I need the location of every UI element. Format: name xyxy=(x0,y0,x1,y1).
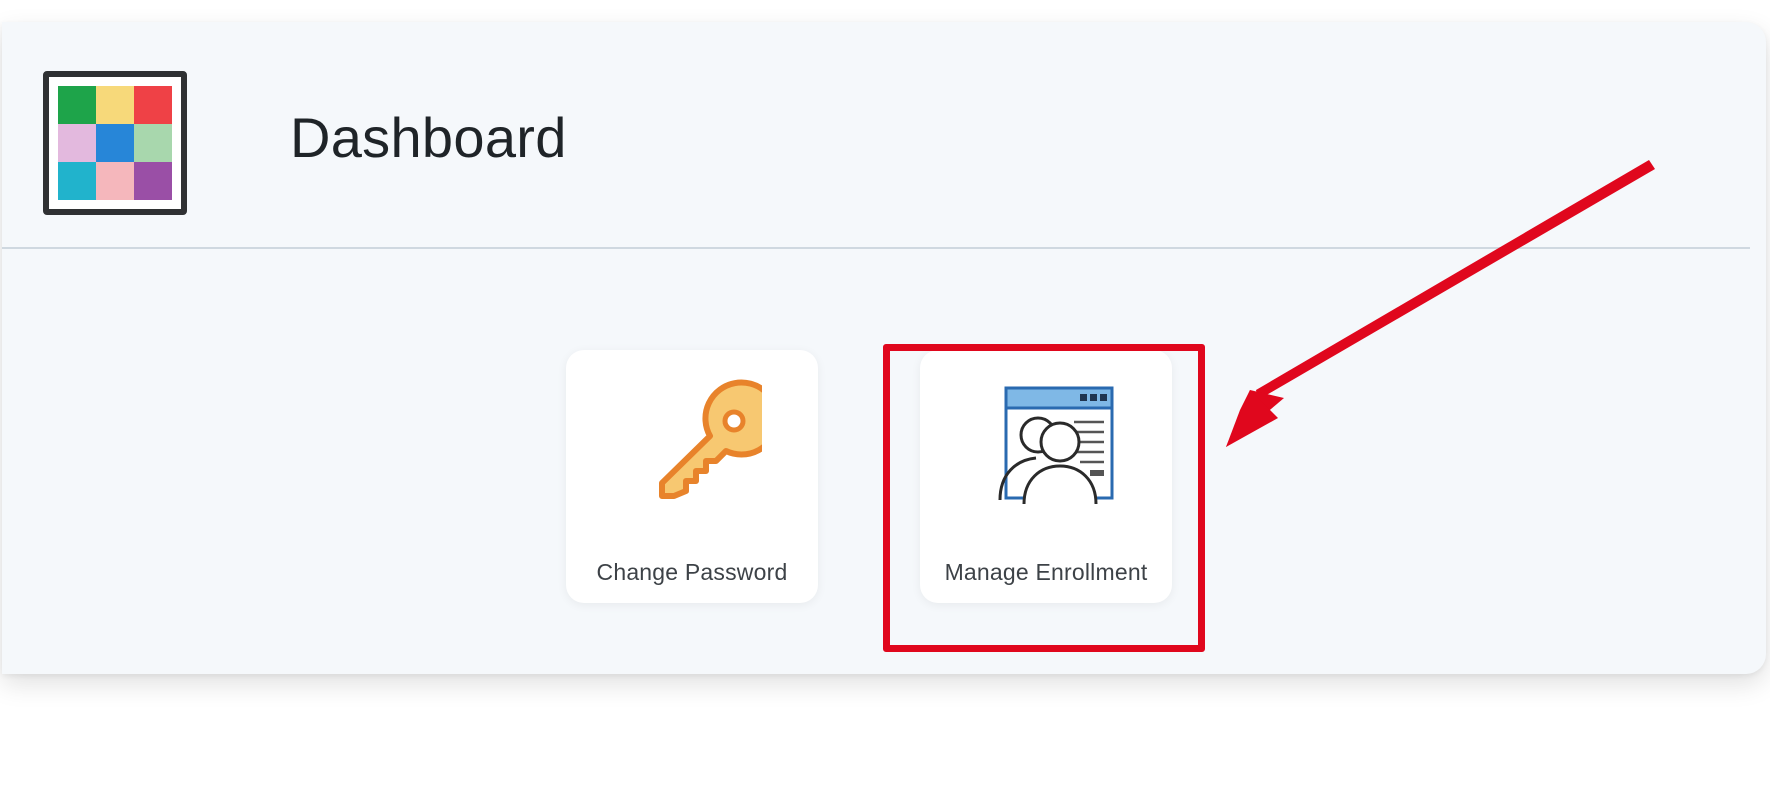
page-title: Dashboard xyxy=(290,106,567,169)
logo-cell xyxy=(58,124,96,162)
enrollment-users-icon xyxy=(998,386,1114,505)
logo-cell xyxy=(134,124,172,162)
dashboard-header: Dashboard xyxy=(2,22,1750,249)
logo-cell xyxy=(96,162,134,200)
logo-cell xyxy=(58,162,96,200)
app-logo[interactable] xyxy=(43,71,187,215)
logo-cell xyxy=(96,124,134,162)
logo-grid xyxy=(58,86,172,200)
manage-enrollment-tile[interactable]: Manage Enrollment xyxy=(920,350,1172,603)
manage-enrollment-label: Manage Enrollment xyxy=(944,559,1148,585)
key-icon xyxy=(659,379,762,499)
logo-cell xyxy=(134,86,172,124)
logo-cell xyxy=(96,86,134,124)
logo-cell xyxy=(58,86,96,124)
change-password-label: Change Password xyxy=(596,559,788,585)
screenshot-stage: Dashboard Change Password Manage Enrollm… xyxy=(0,0,1770,797)
dashboard-panel: Dashboard xyxy=(2,22,1766,674)
change-password-tile[interactable]: Change Password xyxy=(566,350,818,603)
logo-cell xyxy=(134,162,172,200)
